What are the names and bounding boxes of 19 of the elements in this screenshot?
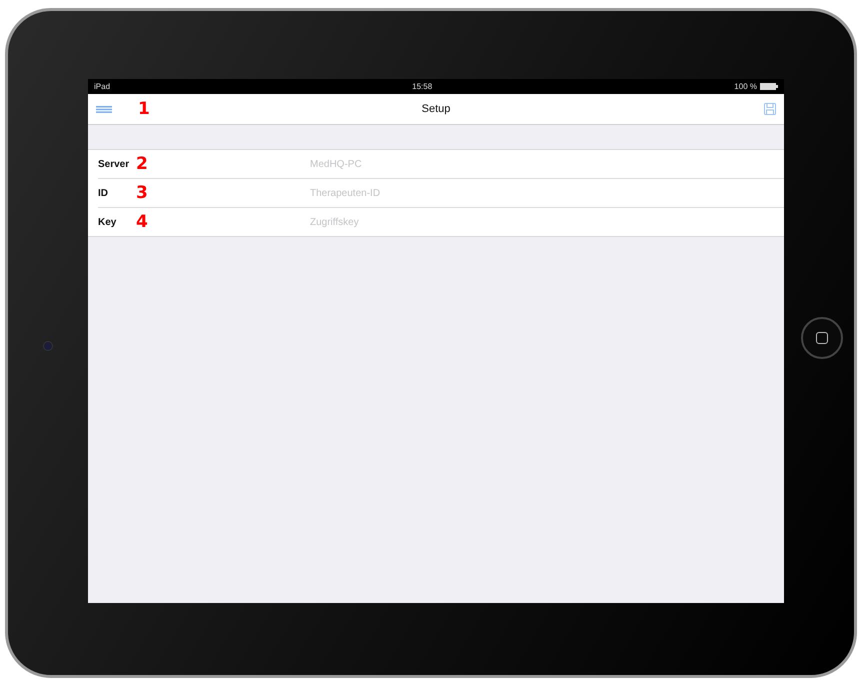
callout-number: 4 xyxy=(136,212,149,232)
camera-icon xyxy=(43,341,53,351)
field-label: ID xyxy=(98,188,109,198)
battery-percent: 100 % xyxy=(734,82,757,91)
field-label: Key xyxy=(98,216,118,228)
home-button[interactable] xyxy=(801,317,843,359)
clock: 15:58 xyxy=(412,82,432,91)
battery-icon xyxy=(760,83,778,90)
callout-number: 1 xyxy=(138,99,150,119)
save-button[interactable] xyxy=(764,103,776,115)
device-label: iPad xyxy=(94,82,110,91)
callout-number: 3 xyxy=(136,183,149,203)
field-label: Server xyxy=(98,158,130,170)
screen-title: Setup xyxy=(422,103,450,115)
callout-number: 2 xyxy=(136,154,149,174)
input-field[interactable]: MedHQ-PC xyxy=(308,158,784,170)
menu-button[interactable] xyxy=(96,106,112,112)
input-field[interactable]: Therapeuten-ID xyxy=(308,186,784,200)
input-field[interactable]: Zugriffskey xyxy=(308,216,784,228)
